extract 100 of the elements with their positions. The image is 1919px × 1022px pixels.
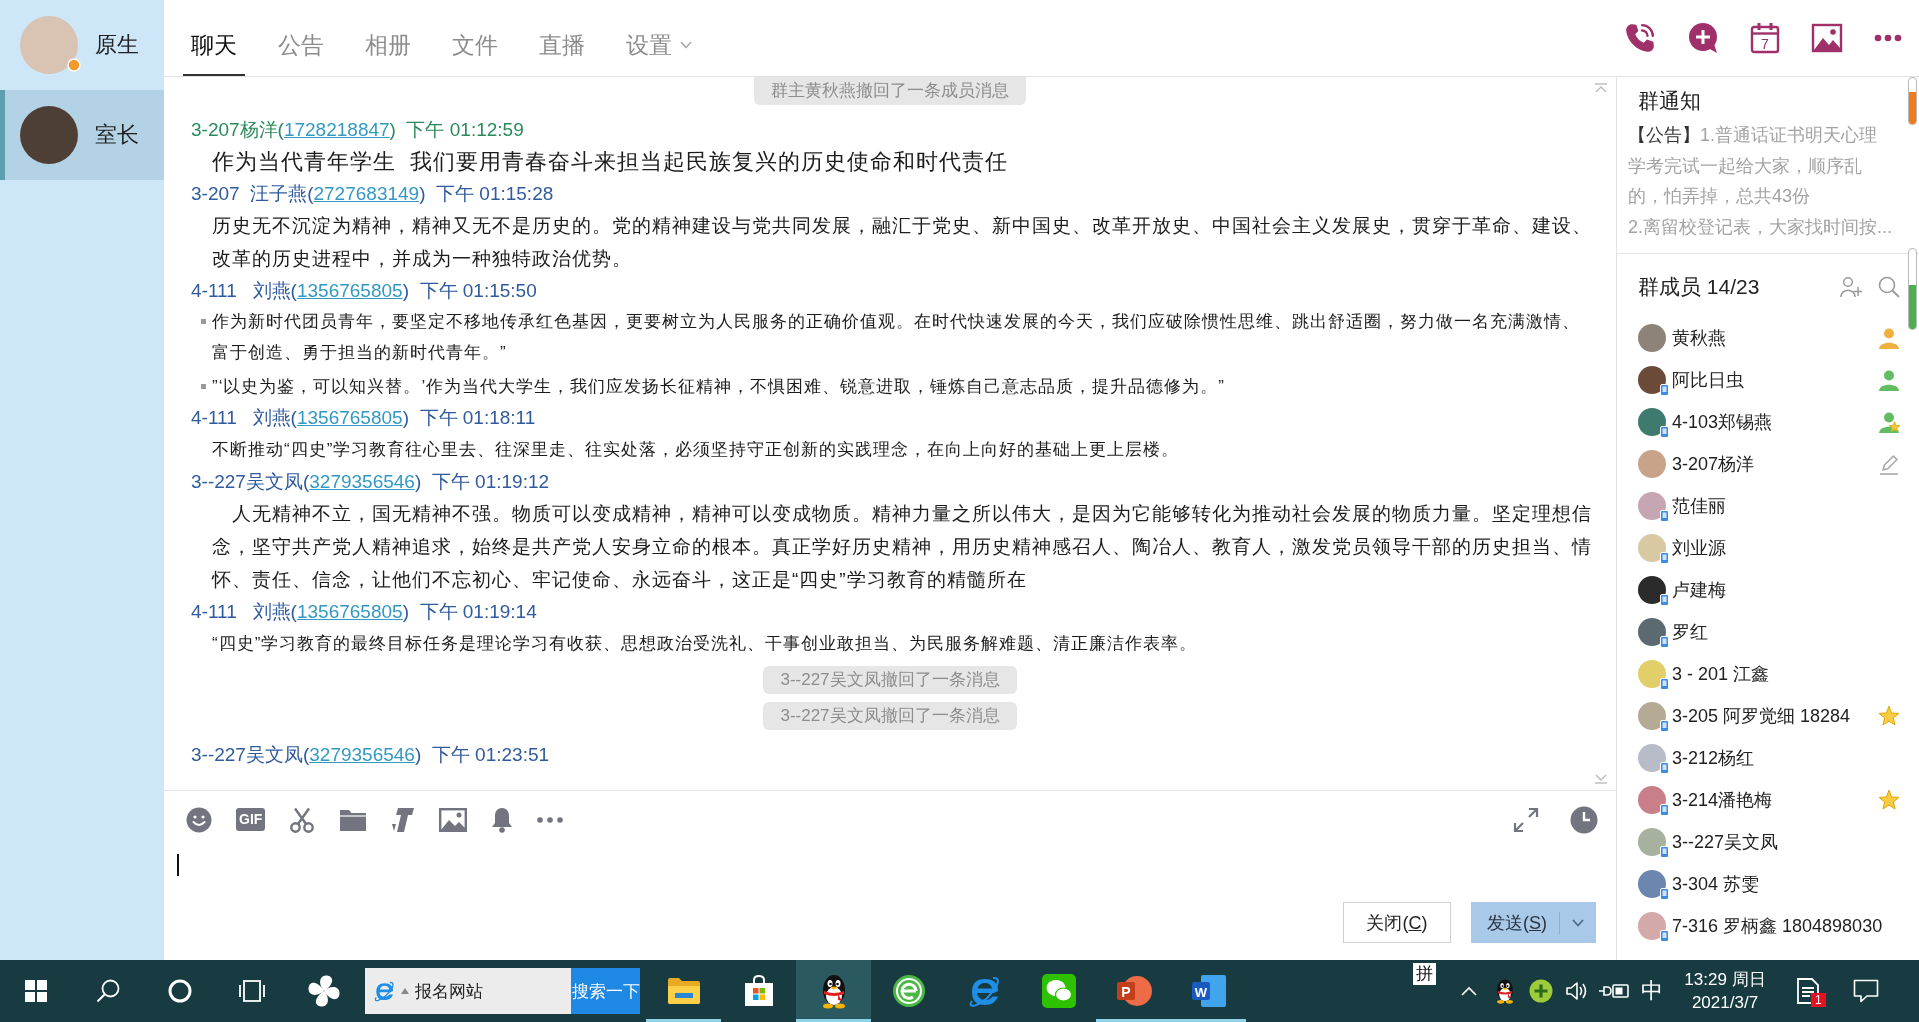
message-header: 4-111 刘燕(1356765805) 下午 01:18:11 [191,406,536,430]
avatar [1638,660,1666,688]
avatar [1638,744,1666,772]
clock[interactable]: 13:29 周日 2021/3/7 [1671,960,1779,1022]
more-icon[interactable] [1874,34,1902,42]
message-text: 作为新时代团员青年，要坚定不移地传承红色基因，更要树立为人民服务的正确价值观。在时代快速发展的今天，我们应破除惯性思维、跳出舒适圈，努力做一名充满激情、富于创造、勇于担当的新时代青年。” [212,311,1581,364]
expand-arrows-icon[interactable] [1513,806,1539,833]
text-style-icon[interactable] [391,806,416,833]
folder-icon[interactable] [339,807,368,832]
triangle-up-icon[interactable] [401,988,409,994]
member-name[interactable]: 4-103郑锡燕 [1672,410,1773,434]
caret-up-icon [1461,986,1477,996]
windows-logo-icon [25,980,47,1002]
scrollbar[interactable] [1908,77,1917,125]
picture-icon[interactable] [1811,23,1843,53]
folder-icon [666,977,701,1005]
bell-icon[interactable] [491,806,514,833]
speaker-icon [1565,980,1589,1002]
message-header: 3--227吴文凤(3279356546) 下午 01:19:12 [191,470,550,494]
search-field[interactable]: 报名网站 [365,968,571,1014]
bullet-icon [201,384,206,389]
more-icon[interactable] [537,816,564,823]
avatar [1638,618,1666,646]
plug-battery-icon [1598,981,1630,1001]
member-name[interactable]: 阿比日虫 [1672,368,1744,392]
message-text: ”‘以史为鉴，可以知兴替。’作为当代大学生，我们应发扬长征精神，不惧困难、锐意进取，锤炼自己意志品质，提升品德修为。” [212,376,1225,398]
member-name[interactable]: 范佳丽 [1672,494,1726,518]
member-name[interactable]: 3-214潘艳梅 [1672,788,1773,812]
search-icon [96,979,120,1003]
pinwheel-icon [307,974,341,1008]
search-icon[interactable] [1878,276,1900,298]
notification-icon[interactable] [1795,977,1821,1005]
message-header: 3--227吴文凤(3279356546) 下午 01:23:51 [191,743,550,767]
speech-bubble-icon [1853,979,1879,1003]
conversation-item[interactable]: 原生 [0,0,164,90]
section-title: 群通知 [1638,89,1701,113]
member-name[interactable]: 3-212杨红 [1672,746,1755,770]
taskbar-app[interactable] [796,960,871,1022]
send-button[interactable]: 发送(S) [1471,902,1596,943]
avatar [1638,492,1666,520]
member-name[interactable]: 3--227吴文凤 [1672,830,1779,854]
phone-icon[interactable] [1624,22,1656,54]
member-name[interactable]: 刘业源 [1672,536,1726,560]
member-name[interactable]: 3 - 201 江鑫 [1672,662,1770,686]
message-header: 4-111 刘燕(1356765805) 下午 01:19:14 [191,600,537,624]
member-name[interactable]: 黄秋燕 [1672,326,1726,350]
message-text: 作为当代青年学生 我们要用青春奋斗来担当起民族复兴的历史使命和时代责任 [212,148,1009,176]
conversation-item[interactable]: 室长 [0,90,164,180]
member-name[interactable]: 3-304 苏雯 [1672,872,1760,896]
clock-icon[interactable] [1570,805,1598,834]
task-view-icon [238,980,266,1002]
close-button[interactable]: 关闭(C) [1343,902,1451,943]
penguin-icon [1494,978,1516,1004]
member-name[interactable]: 罗红 [1672,620,1708,644]
avatar [1638,408,1666,436]
message-header: 4-111 刘燕(1356765805) 下午 01:15:50 [191,279,537,303]
chat-bubbles-icon [1041,974,1076,1008]
ime-mode-indicator[interactable]: 拼 [1413,963,1436,985]
member-name[interactable]: 3-207杨洋 [1672,452,1755,476]
avatar [1638,828,1666,856]
add-person-icon[interactable] [1840,276,1862,298]
message-text: “四史”学习教育的最终目标任务是理论学习有收获、思想政治受洗礼、干事创业敢担当、为民服务解难题、清正廉洁作表率。 [212,633,1198,655]
calendar-icon[interactable]: 7 [1750,22,1780,54]
member-name[interactable]: 7-316 罗柄鑫 1804898030 [1672,914,1883,938]
recall-notice: 3--227吴文凤撤回了一条消息 [763,702,1017,730]
avatar [20,16,78,74]
recall-notice: 群主黄秋燕撤回了一条成员消息 [754,77,1026,105]
search-go-button[interactable]: 搜索一下 [571,968,640,1014]
avatar [1638,870,1666,898]
plus-bubble-icon[interactable] [1687,22,1719,54]
taskbar-app[interactable]: P [1096,960,1171,1022]
caret-down-icon[interactable] [1572,918,1584,927]
avatar [1638,534,1666,562]
avatar [1638,912,1666,940]
tab[interactable]: 聊天 [183,0,245,76]
message-text: 不断推动“四史”学习教育往心里去、往深里走、往实处落，必须坚持守正创新的实践理念，在向上向好的基础上更上层楼。 [212,439,1180,461]
avatar [1638,702,1666,730]
text-cursor [177,854,179,876]
member-name[interactable]: 卢建梅 [1672,578,1726,602]
avatar [1638,786,1666,814]
shopping-bag-icon [743,975,774,1007]
member-name[interactable]: 3-205 阿罗觉细 18284 [1672,704,1851,728]
recall-notice: 3--227吴文凤撤回了一条消息 [763,666,1017,694]
gif-button[interactable]: GIF [236,808,266,831]
message-text: 历史无不沉淀为精神，精神又无不是历史的。党的精神建设与党共同发展，融汇于党史、新中国史、改革开放史、中国社会主义发展史，贯穿于革命、建设、改革的历史进程中，并成为一种独特政治优势。 [212,214,1593,271]
bullet-icon [201,319,206,324]
notification-count: 1 [1811,993,1826,1007]
message-header: 3-207杨洋(1728218847) 下午 01:12:59 [191,118,524,142]
input-language-button[interactable]: 中 [1633,960,1671,1022]
avatar [1638,366,1666,394]
taskbar-app[interactable]: W [1171,960,1246,1022]
smiley-icon[interactable] [186,806,212,833]
scissors-icon[interactable] [289,806,316,833]
scrollbar[interactable] [1908,248,1917,330]
plus-circle-icon [1529,979,1553,1003]
avatar [1638,576,1666,604]
image-icon[interactable] [439,807,468,832]
announcement-text[interactable]: 【公告】1.普通话证书明天心理学考完试一起给大家，顺序乱的，怕弄掉，总共43份 [1628,120,1879,212]
message-header: 3-207 汪子燕(2727683149) 下午 01:15:28 [191,182,554,206]
e-browser-icon [373,980,395,1002]
